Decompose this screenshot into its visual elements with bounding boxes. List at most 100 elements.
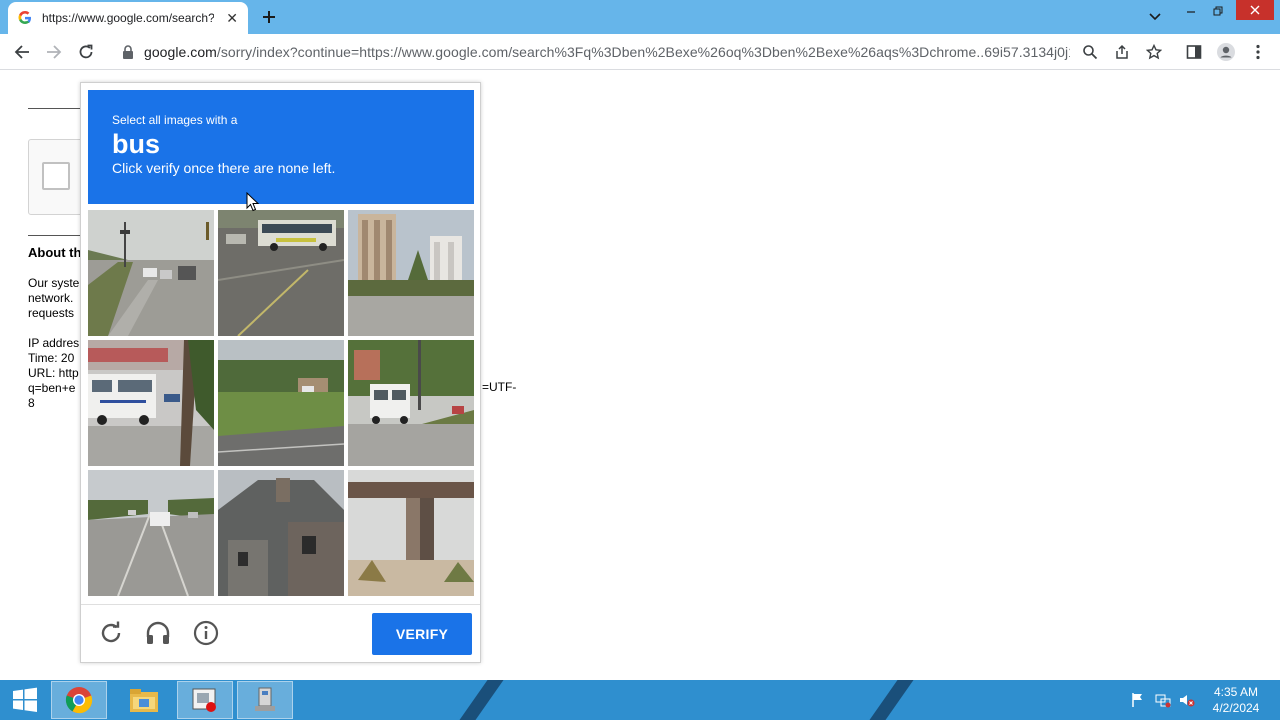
chrome-icon [65,687,93,714]
url-line: URL: http [28,366,79,380]
image-tile-house-roof[interactable] [218,470,344,596]
forward-button[interactable] [44,42,64,62]
flag-icon[interactable] [1130,692,1146,708]
verify-button[interactable]: VERIFY [372,613,472,655]
challenge-instruction: Select all images with a [112,113,238,127]
share-icon [1116,44,1128,59]
tile-image [348,210,474,336]
image-tile-grass-field-road[interactable] [218,340,344,466]
image-grid [88,210,474,596]
audio-challenge-button[interactable] [144,619,172,647]
tab-search-button[interactable] [1144,6,1166,28]
folder-icon [130,689,158,712]
divider [28,235,88,236]
image-tile-overpass-pillar[interactable] [348,470,474,596]
lock-icon[interactable] [122,45,134,59]
request-details: IP addres Time: 20 URL: http q=ben+e 8 [28,336,79,411]
clock-date: 4/2/2024 [1212,701,1260,715]
close-icon [1250,5,1260,15]
reload-challenge-button[interactable] [97,619,125,647]
text-line: network. [28,291,74,305]
tile-image [218,210,344,336]
tile-image [218,470,344,596]
taskbar-recorder[interactable] [177,681,233,719]
image-tile-bus-under-trees[interactable] [348,340,474,466]
kebab-menu-icon [1256,44,1260,60]
windows-logo-icon [13,687,37,712]
info-icon [193,620,219,646]
google-favicon-icon [18,11,31,24]
browser-toolbar: google.com/sorry/index?continue=https://… [0,34,1280,70]
volume-muted-icon[interactable] [1179,692,1195,708]
url-line-tail: =UTF- [482,380,517,394]
restore-button[interactable] [1207,0,1229,22]
taskbar-app[interactable] [237,681,293,719]
wallpaper-stripe [445,680,511,720]
recaptcha-widget[interactable] [28,139,88,215]
recaptcha-checkbox[interactable] [42,162,70,190]
side-panel-button[interactable] [1184,42,1204,62]
wallpaper-stripe [855,680,921,720]
tab-close-icon[interactable]: ✕ [226,10,238,27]
tile-image [88,470,214,596]
tab-strip: https://www.google.com/search?q=ben+exe … [0,0,1280,34]
clock-time: 4:35 AM [1213,685,1259,699]
address-bar[interactable]: google.com/sorry/index?continue=https://… [108,37,1108,67]
challenge-header: Select all images with a bus Click verif… [88,90,474,204]
menu-button[interactable] [1248,42,1268,62]
start-button[interactable] [0,681,50,719]
url-line: q=ben+e [28,381,76,395]
reload-button[interactable] [76,42,96,62]
reload-icon [79,44,93,59]
time-line: Time: 20 [28,351,75,365]
windows-taskbar: 4:35 AM 4/2/2024 [0,680,1280,720]
network-icon[interactable] [1155,692,1171,708]
ip-address-line: IP addres [28,336,80,350]
minimize-icon [1187,11,1195,13]
tile-image [88,210,214,336]
tab-title: https://www.google.com/search?q=ben+exe [42,11,214,25]
taskbar-file-explorer[interactable] [116,681,172,719]
text-line: Our syste [28,276,80,290]
challenge-footer: VERIFY [81,604,480,662]
tile-image [348,340,474,466]
url-path: /sorry/index?continue=https://www.google… [216,44,1070,60]
arrow-left-icon [14,45,29,59]
search-icon [1083,45,1098,60]
help-button[interactable] [192,619,220,647]
share-button[interactable] [1112,42,1132,62]
zoom-search-button[interactable] [1080,42,1100,62]
about-heading: About th [28,245,82,260]
challenge-subtext: Click verify once there are none left. [112,160,336,176]
bookmark-button[interactable] [1144,42,1164,62]
image-tile-apartment-building[interactable] [348,210,474,336]
taskbar-chrome[interactable] [51,681,107,719]
tile-image [218,340,344,466]
chevron-down-icon [1149,13,1161,21]
profile-button[interactable] [1216,42,1236,62]
explanation-text: Our syste network. requests [28,276,79,321]
network-app-icon [255,687,275,711]
url-host: google.com [144,44,217,60]
back-button[interactable] [12,42,32,62]
image-tile-highway-cars[interactable] [88,470,214,596]
recaptcha-challenge-dialog: Select all images with a bus Click verif… [80,82,481,663]
star-icon [1146,44,1162,60]
side-panel-icon [1186,45,1202,59]
text-line: requests [28,306,75,320]
divider [28,108,88,109]
recorder-icon [192,688,216,712]
minimize-button[interactable] [1180,0,1202,22]
image-tile-street-intersection[interactable] [88,210,214,336]
arrow-right-icon [47,45,62,59]
system-clock[interactable]: 4:35 AM 4/2/2024 [1200,684,1272,716]
mouse-cursor-icon [246,192,260,212]
url-text[interactable]: google.com/sorry/index?continue=https://… [144,44,1070,60]
window-close-button[interactable] [1236,0,1274,20]
new-tab-button[interactable] [258,6,280,28]
headphones-icon [146,621,170,644]
image-tile-road-with-bus[interactable] [218,210,344,336]
image-tile-white-shuttle-bus[interactable] [88,340,214,466]
browser-tab[interactable]: https://www.google.com/search?q=ben+exe … [8,2,248,34]
restore-icon [1213,6,1223,16]
